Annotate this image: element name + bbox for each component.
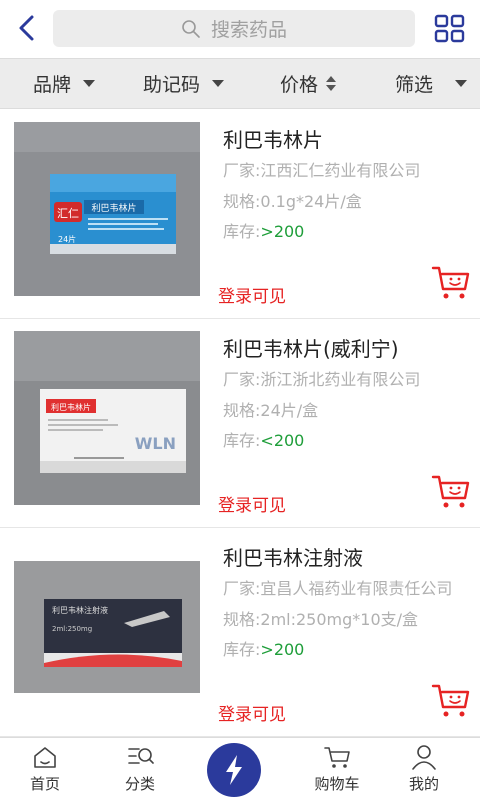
- cart-icon: [324, 747, 350, 768]
- product-spec: 规格:24片/盒: [223, 401, 319, 420]
- quick-action-button[interactable]: [207, 743, 261, 797]
- top-bar: 搜索药品: [0, 0, 480, 56]
- chevron-left-icon: [19, 15, 34, 41]
- chevron-down-icon: [212, 80, 225, 87]
- add-to-cart-button[interactable]: [431, 265, 471, 301]
- product-name: 利巴韦林注射液: [223, 546, 363, 570]
- stock-value: <200: [260, 431, 305, 450]
- product-image: 利巴韦林片 WLN: [14, 331, 200, 505]
- product-item[interactable]: 利巴韦林注射液 2ml:250mg 利巴韦林注射液 厂家:宜昌人福药业有限责任公…: [0, 528, 480, 737]
- add-to-cart-button[interactable]: [431, 683, 471, 719]
- search-input[interactable]: 搜索药品: [53, 10, 415, 47]
- product-image: 汇仁 利巴韦林片 24片: [14, 122, 200, 296]
- login-to-view-link[interactable]: 登录可见: [218, 282, 286, 307]
- svg-text:利巴韦林片: 利巴韦林片: [91, 202, 136, 214]
- user-icon: [412, 745, 436, 770]
- category-icon: [128, 748, 154, 764]
- login-to-view-link[interactable]: 登录可见: [218, 700, 286, 725]
- chevron-down-icon: [83, 80, 96, 87]
- filter-brand-label: 品牌: [33, 74, 72, 96]
- product-stock: 库存:<200: [223, 427, 304, 451]
- filter-screen-label: 筛选: [395, 74, 434, 96]
- grid-view-button[interactable]: [430, 10, 470, 48]
- tab-cart-label: 购物车: [314, 775, 360, 793]
- svg-text:24片: 24片: [58, 234, 76, 244]
- filter-screen[interactable]: 筛选: [395, 59, 468, 108]
- product-spec: 规格:0.1g*24片/盒: [223, 192, 362, 211]
- stock-label: 库存:: [223, 640, 261, 659]
- stock-label: 库存:: [223, 431, 261, 450]
- cart-icon: [431, 266, 470, 299]
- product-item[interactable]: 汇仁 利巴韦林片 24片 利巴韦林片 厂家:江西汇仁药业有限公司 规格:0.1g…: [0, 110, 480, 319]
- filter-price-label: 价格: [280, 74, 319, 96]
- svg-text:2ml:250mg: 2ml:250mg: [52, 625, 92, 633]
- product-manufacturer: 厂家:浙江浙北药业有限公司: [223, 370, 421, 389]
- add-to-cart-button[interactable]: [431, 474, 471, 510]
- lightning-icon: [226, 755, 242, 785]
- filter-price[interactable]: 价格: [280, 59, 337, 108]
- svg-text:汇仁: 汇仁: [57, 207, 79, 220]
- home-icon: [34, 747, 56, 768]
- search-placeholder: 搜索药品: [210, 19, 287, 41]
- tab-cart[interactable]: 购物车: [302, 738, 372, 800]
- tab-profile[interactable]: 我的: [389, 738, 459, 800]
- product-stock: 库存:>200: [223, 218, 304, 242]
- stock-value: >200: [260, 640, 305, 659]
- stock-value: >200: [260, 222, 305, 241]
- sort-icon: [326, 76, 337, 91]
- stock-label: 库存:: [223, 222, 261, 241]
- product-manufacturer: 厂家:江西汇仁药业有限公司: [223, 161, 421, 180]
- tab-profile-label: 我的: [408, 775, 439, 793]
- login-to-view-link[interactable]: 登录可见: [218, 491, 286, 516]
- product-name: 利巴韦林片(威利宁): [223, 337, 399, 361]
- product-list: 汇仁 利巴韦林片 24片 利巴韦林片 厂家:江西汇仁药业有限公司 规格:0.1g…: [0, 110, 480, 737]
- svg-text:利巴韦林片: 利巴韦林片: [51, 402, 91, 412]
- product-stock: 库存:>200: [223, 636, 304, 660]
- product-manufacturer: 厂家:宜昌人福药业有限责任公司: [223, 579, 453, 598]
- product-item[interactable]: 利巴韦林片 WLN 利巴韦林片(威利宁) 厂家:浙江浙北药业有限公司 规格:24…: [0, 319, 480, 528]
- product-name: 利巴韦林片: [223, 128, 323, 152]
- filter-bar: 品牌 助记码 价格 筛选: [0, 58, 480, 109]
- filter-brand[interactable]: 品牌: [33, 59, 96, 108]
- tab-home-label: 首页: [29, 775, 60, 793]
- product-image: 利巴韦林注射液 2ml:250mg: [14, 561, 200, 693]
- back-button[interactable]: [8, 8, 44, 48]
- grid-icon: [434, 14, 465, 43]
- filter-mnemonic[interactable]: 助记码: [143, 59, 225, 108]
- search-icon: [182, 19, 200, 38]
- filter-mnemonic-label: 助记码: [143, 74, 201, 96]
- product-spec: 规格:2ml:250mg*10支/盒: [223, 610, 419, 629]
- tab-home[interactable]: 首页: [10, 738, 80, 800]
- svg-text:利巴韦林注射液: 利巴韦林注射液: [52, 605, 108, 615]
- chevron-down-icon: [455, 80, 468, 87]
- tab-category[interactable]: 分类: [105, 738, 175, 800]
- svg-text:WLN: WLN: [135, 434, 176, 453]
- cart-icon: [431, 475, 470, 508]
- tab-category-label: 分类: [124, 775, 155, 793]
- cart-icon: [431, 684, 470, 717]
